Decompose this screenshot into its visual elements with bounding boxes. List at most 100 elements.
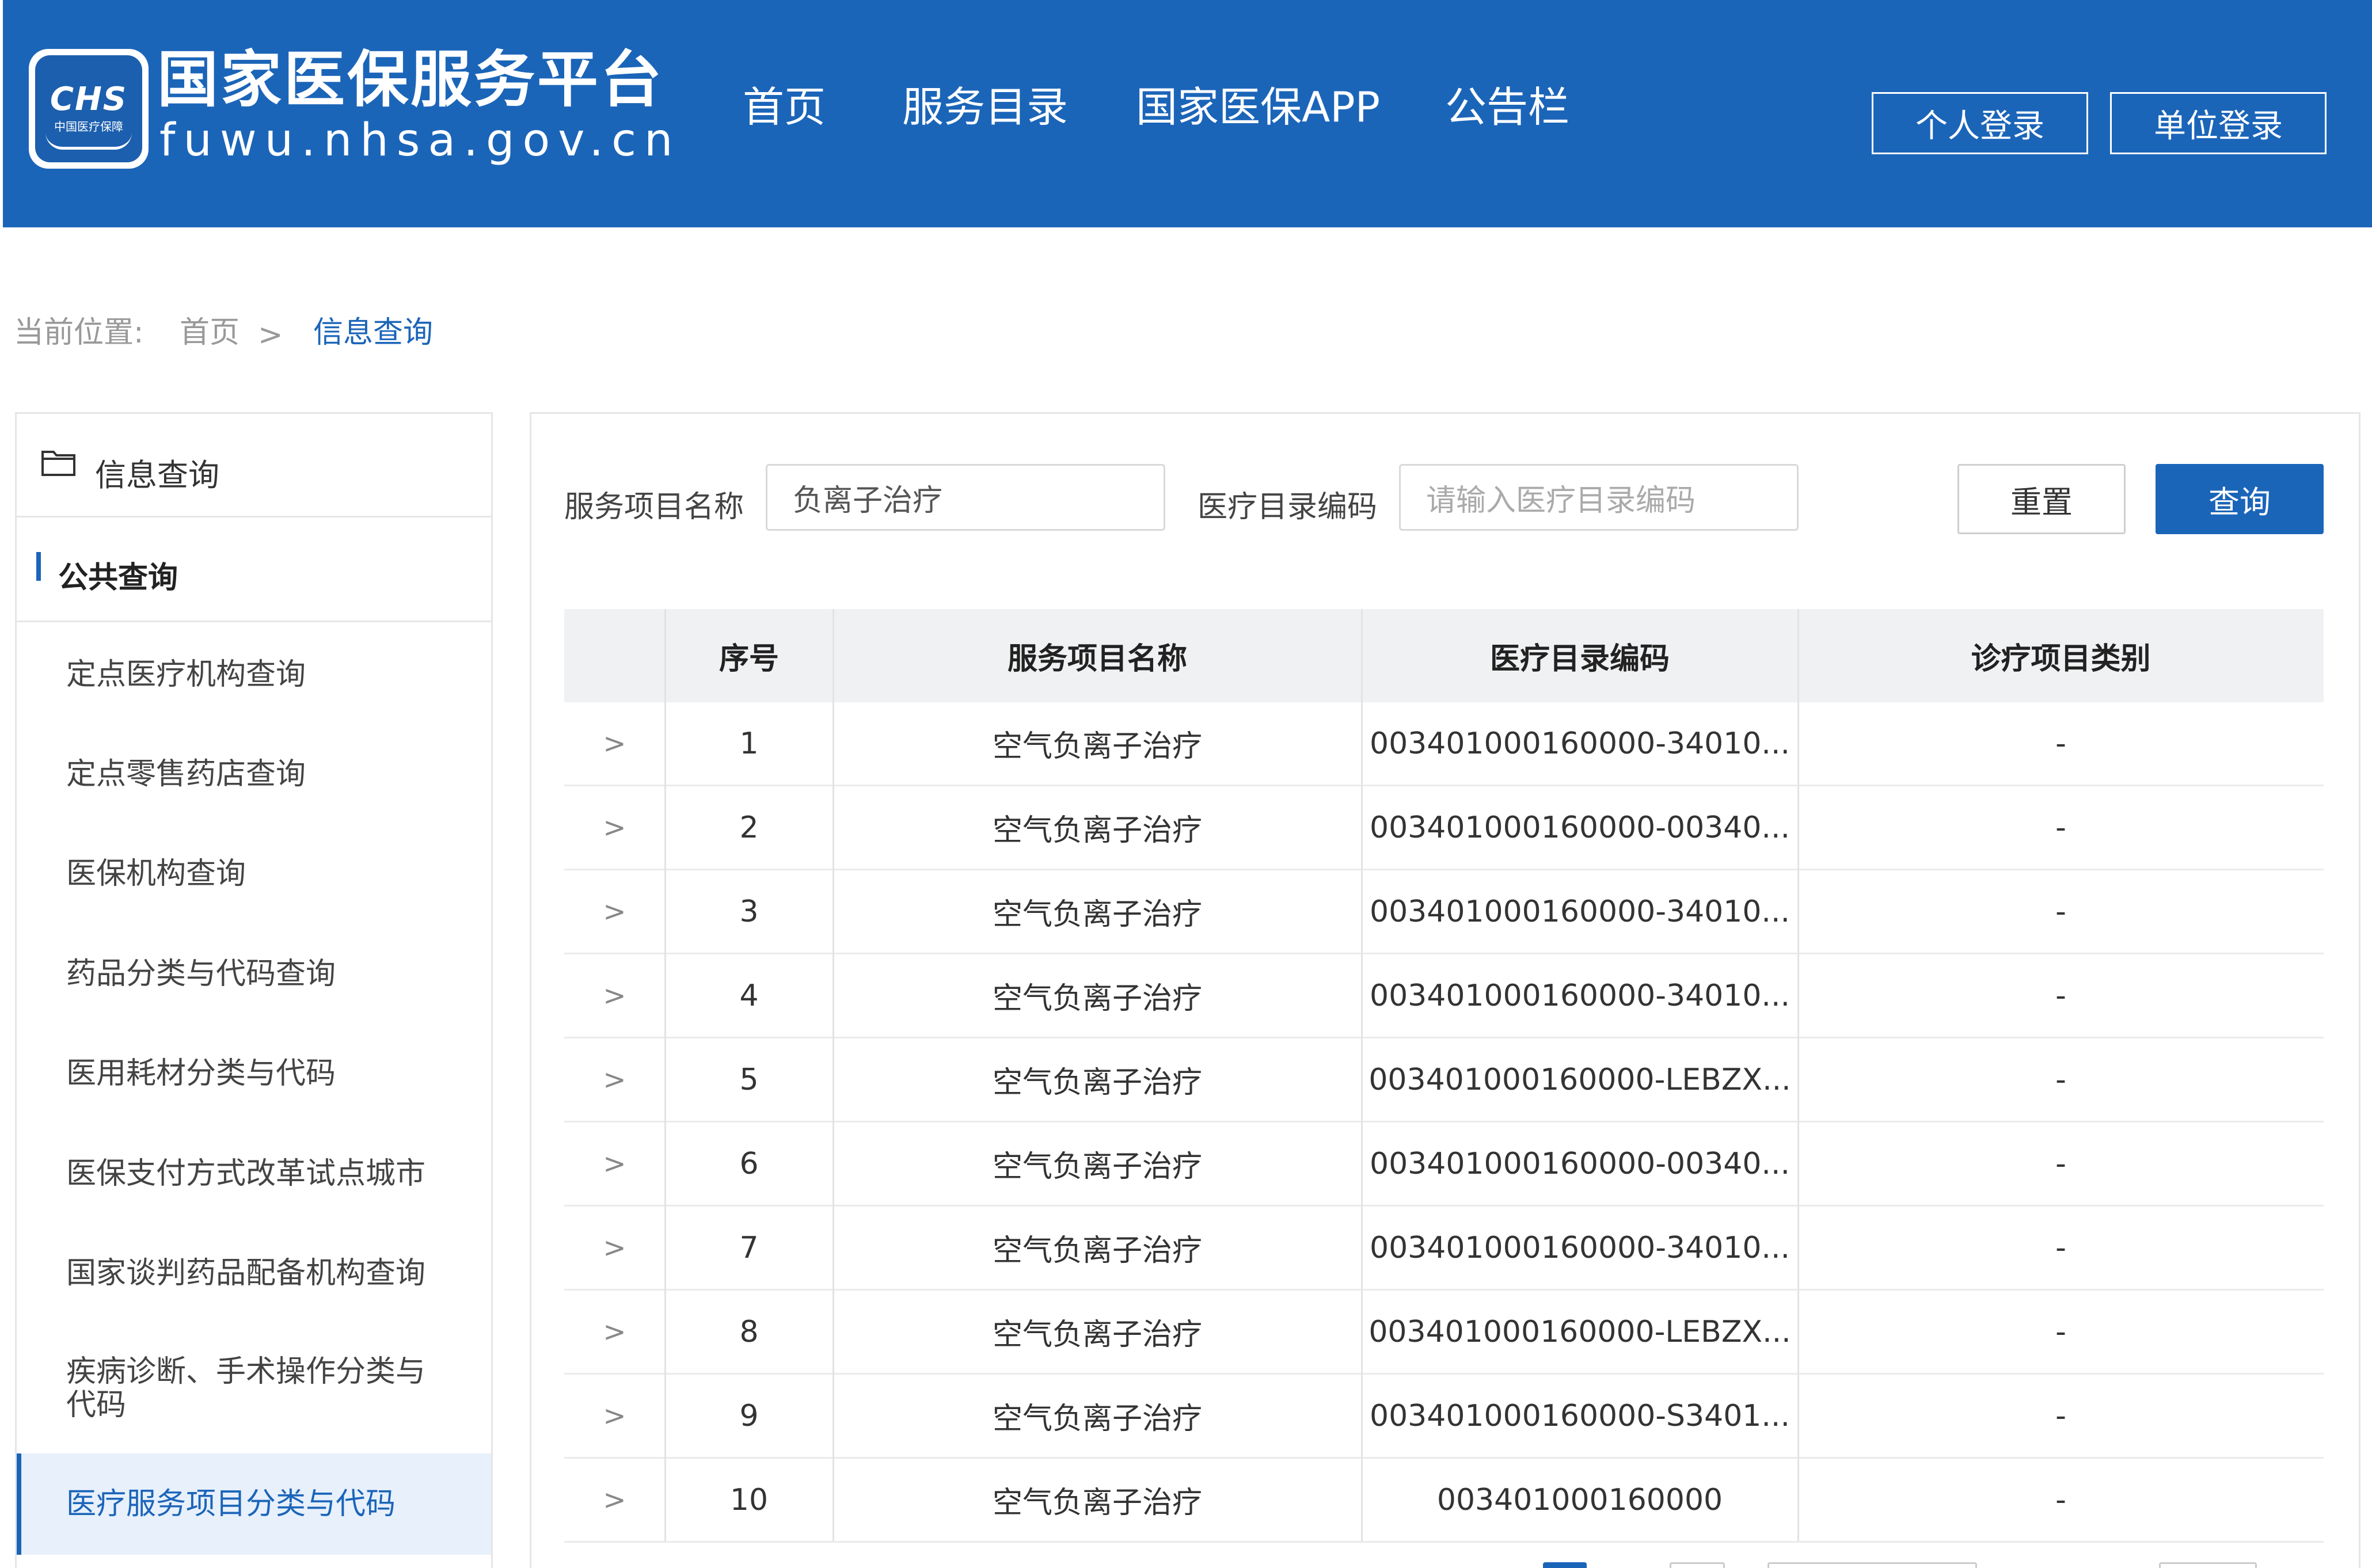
- sidebar-item-diagnosis-code[interactable]: 疾病诊断、手术操作分类与代码: [17, 1355, 454, 1422]
- catalog-code-cell: 003401000160000-S3401...: [1370, 1398, 1790, 1433]
- expand-row-icon[interactable]: >: [564, 1291, 665, 1373]
- sidebar-item-medical-institution[interactable]: 定点医疗机构查询: [17, 659, 491, 691]
- table-header-row: 序号 服务项目名称 医疗目录编码 诊疗项目类别: [564, 609, 2324, 702]
- sidebar-header-label: 信息查询: [95, 457, 219, 493]
- service-name-input[interactable]: 负离子治疗: [766, 464, 1165, 531]
- personal-login-button[interactable]: 个人登录: [1872, 92, 2088, 154]
- service-name-cell: 空气负离子治疗: [992, 1402, 1202, 1436]
- row-number: 1: [739, 726, 759, 761]
- expand-row-icon[interactable]: >: [564, 954, 665, 1037]
- expand-row-icon[interactable]: >: [564, 1375, 665, 1457]
- column-header-service-name: 服务项目名称: [1007, 641, 1187, 676]
- nav-app[interactable]: 国家医保APP: [1136, 86, 1380, 128]
- reset-button[interactable]: 重置: [1957, 464, 2126, 534]
- table-row[interactable]: >8 空气负离子治疗 003401000160000-LEBZX... -: [564, 1291, 2324, 1375]
- category-cell: -: [2055, 978, 2066, 1013]
- sidebar-item-drug-code[interactable]: 药品分类与代码查询: [17, 958, 491, 990]
- row-number: 5: [739, 1062, 759, 1097]
- sidebar-section-public: 公共查询: [17, 517, 491, 622]
- row-number: 4: [739, 978, 759, 1013]
- row-number: 3: [739, 894, 759, 929]
- breadcrumb-prefix: 当前位置:: [14, 315, 144, 350]
- category-cell: -: [2055, 894, 2066, 929]
- pagination-jump-input[interactable]: [2159, 1562, 2257, 1568]
- logo-subtext: 中国医疗保障: [54, 120, 123, 134]
- site-title: 国家医保服务平台: [157, 44, 664, 115]
- table-row[interactable]: >5 空气负离子治疗 003401000160000-LEBZX... -: [564, 1038, 2324, 1122]
- expand-row-icon[interactable]: >: [564, 702, 665, 785]
- service-name-cell: 空气负离子治疗: [992, 1150, 1202, 1184]
- nav-notice-board[interactable]: 公告栏: [1445, 86, 1569, 128]
- service-name-cell: 空气负离子治疗: [992, 1318, 1202, 1352]
- unit-login-button[interactable]: 单位登录: [2110, 92, 2327, 154]
- service-name-cell: 空气负离子治疗: [992, 897, 1202, 932]
- category-cell: -: [2055, 1230, 2066, 1265]
- expand-row-icon[interactable]: >: [564, 786, 665, 869]
- catalog-code-label: 医疗目录编码: [1198, 490, 1378, 524]
- column-divider: [833, 609, 834, 1542]
- sidebar-item-negotiated-drug-institutions[interactable]: 国家谈判药品配备机构查询: [17, 1257, 491, 1289]
- expand-row-icon[interactable]: >: [564, 1207, 665, 1289]
- pagination-current-page[interactable]: [1543, 1562, 1587, 1568]
- table-row[interactable]: >9 空气负离子治疗 003401000160000-S3401... -: [564, 1375, 2324, 1459]
- catalog-code-cell: 003401000160000-00340...: [1369, 810, 1791, 845]
- column-header-catalog-code: 医疗目录编码: [1489, 641, 1670, 676]
- site-url: fuwu.nhsa.gov.cn: [159, 115, 681, 166]
- sidebar-item-medical-service-code[interactable]: 医疗服务项目分类与代码: [17, 1453, 491, 1555]
- service-name-label: 服务项目名称: [564, 490, 744, 524]
- sidebar-item-retail-pharmacy[interactable]: 定点零售药店查询: [17, 758, 491, 790]
- service-name-cell: 空气负离子治疗: [992, 729, 1202, 764]
- sidebar-item-payment-reform-cities[interactable]: 医保支付方式改革试点城市: [17, 1158, 491, 1190]
- table-row[interactable]: >4 空气负离子治疗 003401000160000-34010... -: [564, 954, 2324, 1038]
- column-divider: [1797, 609, 1799, 1542]
- service-name-cell: 空气负离子治疗: [992, 1234, 1202, 1268]
- catalog-code-cell: 003401000160000-34010...: [1369, 894, 1791, 929]
- breadcrumb-separator: >: [258, 318, 283, 352]
- expand-row-icon[interactable]: >: [564, 870, 665, 953]
- table-row[interactable]: >3 空气负离子治疗 003401000160000-34010... -: [564, 870, 2324, 954]
- sidebar: 信息查询 公共查询 定点医疗机构查询 定点零售药店查询 医保机构查询 药品分类与…: [15, 412, 493, 1568]
- catalog-code-input[interactable]: 请输入医疗目录编码: [1399, 464, 1799, 531]
- nav-home[interactable]: 首页: [743, 86, 826, 128]
- catalog-code-cell: 003401000160000: [1436, 1482, 1723, 1517]
- row-number: 6: [739, 1146, 759, 1181]
- nav-service-catalog[interactable]: 服务目录: [902, 86, 1068, 128]
- table-row[interactable]: >2 空气负离子治疗 003401000160000-00340... -: [564, 786, 2324, 870]
- column-header-no: 序号: [719, 641, 779, 676]
- column-divider: [664, 609, 666, 1542]
- catalog-code-cell: 003401000160000-00340...: [1369, 1146, 1791, 1181]
- catalog-code-cell: 003401000160000-LEBZX...: [1369, 1062, 1791, 1097]
- catalog-code-cell: 003401000160000-LEBZX...: [1369, 1314, 1791, 1349]
- logo-arc-decoration: [45, 132, 132, 150]
- expand-row-icon[interactable]: >: [564, 1122, 665, 1205]
- expand-row-icon[interactable]: >: [564, 1038, 665, 1121]
- service-name-cell: 空气负离子治疗: [992, 813, 1202, 848]
- breadcrumb-current: 信息查询: [313, 315, 434, 350]
- category-cell: -: [2055, 1314, 2066, 1349]
- service-name-cell: 空气负离子治疗: [992, 981, 1202, 1016]
- table-row[interactable]: >6 空气负离子治疗 003401000160000-00340... -: [564, 1122, 2324, 1207]
- sidebar-item-consumables-code[interactable]: 医用耗材分类与代码: [17, 1057, 491, 1090]
- catalog-code-cell: 003401000160000-34010...: [1369, 1230, 1791, 1265]
- table-row[interactable]: >1 空气负离子治疗 003401000160000-34010... -: [564, 702, 2324, 786]
- query-button[interactable]: 查询: [2156, 464, 2324, 534]
- table-row[interactable]: >10 空气负离子治疗 003401000160000 -: [564, 1459, 2324, 1543]
- section-indicator-bar: [36, 552, 41, 581]
- expand-row-icon[interactable]: >: [564, 1459, 665, 1541]
- row-number: 8: [739, 1314, 759, 1349]
- chs-logo[interactable]: CHS 中国医疗保障: [29, 49, 149, 169]
- row-number: 9: [739, 1398, 759, 1433]
- table-row[interactable]: >7 空气负离子治疗 003401000160000-34010... -: [564, 1207, 2324, 1291]
- category-cell: -: [2055, 726, 2066, 761]
- expand-column-header: [564, 609, 665, 702]
- service-name-cell: 空气负离子治疗: [992, 1486, 1202, 1520]
- column-header-category: 诊疗项目类别: [1971, 641, 2151, 676]
- pagination-page-size-select[interactable]: [1767, 1562, 1977, 1568]
- breadcrumb-home[interactable]: 首页: [180, 318, 240, 348]
- site-header: CHS 中国医疗保障 国家医保服务平台 fuwu.nhsa.gov.cn 首页 …: [3, 0, 2372, 227]
- sidebar-item-insurance-agency[interactable]: 医保机构查询: [17, 858, 491, 890]
- row-number: 10: [729, 1482, 769, 1517]
- pagination-page-button[interactable]: [1670, 1562, 1725, 1568]
- row-number: 7: [739, 1230, 759, 1265]
- column-divider: [1361, 609, 1363, 1542]
